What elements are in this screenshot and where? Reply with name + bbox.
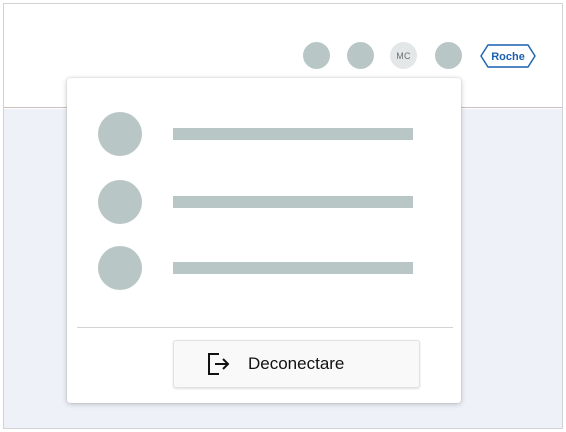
menu-item-icon: [98, 246, 142, 290]
user-dropdown-menu: Deconectare: [67, 78, 461, 403]
app-window: MC Roche Deconectare: [3, 3, 563, 429]
menu-item-3[interactable]: [67, 244, 461, 294]
logout-icon: [206, 352, 232, 376]
menu-item-icon: [98, 180, 142, 224]
roche-logo: Roche: [480, 44, 536, 68]
menu-item-2[interactable]: [67, 178, 461, 228]
header-nav-icon-3[interactable]: [435, 42, 462, 69]
header-nav-icon-1[interactable]: [303, 42, 330, 69]
menu-item-label-placeholder: [173, 196, 413, 208]
logo-text: Roche: [491, 51, 525, 63]
menu-item-label-placeholder: [173, 128, 413, 140]
menu-item-label-placeholder: [173, 262, 413, 274]
menu-divider: [77, 327, 453, 328]
menu-item-icon: [98, 112, 142, 156]
menu-item-1[interactable]: [67, 110, 461, 160]
logout-button[interactable]: Deconectare: [173, 340, 420, 388]
logout-label: Deconectare: [248, 354, 345, 373]
header-nav-icon-2[interactable]: [347, 42, 374, 69]
user-avatar[interactable]: MC: [390, 42, 417, 69]
